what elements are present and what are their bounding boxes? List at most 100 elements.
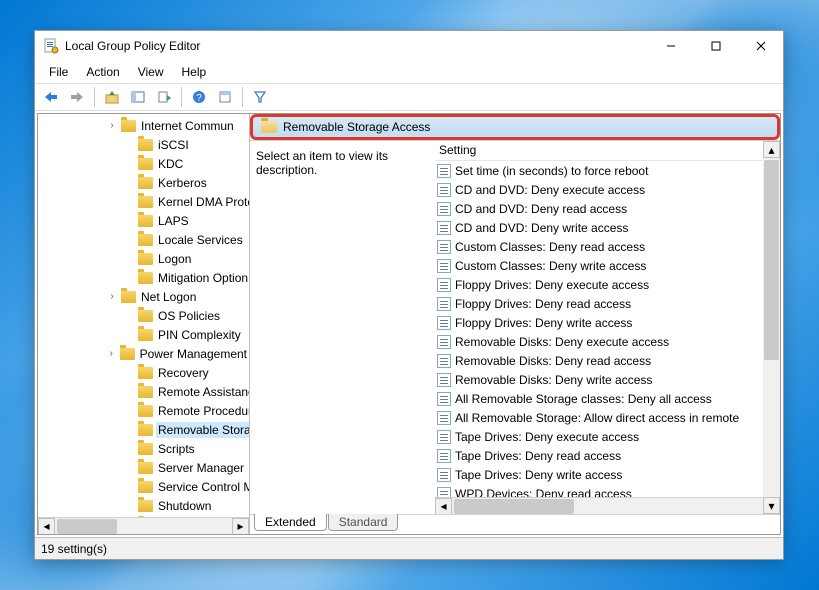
filter-button[interactable]	[248, 86, 272, 108]
show-hide-tree-button[interactable]	[126, 86, 150, 108]
export-button[interactable]	[152, 86, 176, 108]
setting-item-label: All Removable Storage classes: Deny all …	[455, 392, 712, 406]
tree-item[interactable]: Logon	[38, 249, 249, 268]
tab-extended[interactable]: Extended	[254, 514, 327, 531]
tree-item[interactable]: Recovery	[38, 363, 249, 382]
tree-item[interactable]: iSCSI	[38, 135, 249, 154]
policy-icon	[437, 449, 451, 463]
setting-item-label: Set time (in seconds) to force reboot	[455, 164, 648, 178]
tree-item[interactable]: Remote Assistance	[38, 382, 249, 401]
folder-icon	[138, 310, 153, 322]
setting-item[interactable]: Floppy Drives: Deny write access	[435, 313, 762, 332]
tree-item[interactable]: PIN Complexity	[38, 325, 249, 344]
back-button[interactable]	[39, 86, 63, 108]
setting-item[interactable]: Custom Classes: Deny read access	[435, 237, 762, 256]
tree-item-label: Logon	[156, 251, 193, 267]
setting-item[interactable]: CD and DVD: Deny execute access	[435, 180, 762, 199]
setting-item[interactable]: Removable Disks: Deny execute access	[435, 332, 762, 351]
tree-item[interactable]: Remote Procedure	[38, 401, 249, 420]
setting-column-header[interactable]: Setting	[435, 141, 780, 161]
policy-icon	[437, 278, 451, 292]
tree-item[interactable]: Removable Storag	[38, 420, 249, 439]
setting-item[interactable]: Tape Drives: Deny read access	[435, 446, 762, 465]
tree-item[interactable]: Shutdown	[38, 496, 249, 515]
settings-hscrollbar[interactable]: ◂ ▸	[435, 497, 780, 514]
detail-tabs: Extended Standard	[250, 514, 780, 534]
tree-pane: › Internet Commun iSCSIKDC KerberosKernel D…	[38, 114, 250, 534]
setting-item-label: Removable Disks: Deny write access	[455, 373, 652, 387]
scroll-right-icon[interactable]: ▸	[232, 518, 249, 535]
forward-button[interactable]	[65, 86, 89, 108]
scroll-left-icon[interactable]: ◂	[38, 518, 55, 535]
setting-item[interactable]: All Removable Storage: Allow direct acce…	[435, 408, 762, 427]
menu-action[interactable]: Action	[78, 63, 127, 81]
status-text: 19 setting(s)	[41, 542, 107, 556]
tree-item[interactable]: Kerberos	[38, 173, 249, 192]
setting-item[interactable]: Floppy Drives: Deny execute access	[435, 275, 762, 294]
maximize-button[interactable]	[693, 31, 738, 61]
tree-item-label: Scripts	[156, 441, 197, 457]
scroll-up-icon[interactable]: ▴	[763, 141, 780, 158]
tree-item[interactable]: Mitigation Option	[38, 268, 249, 287]
setting-item-label: CD and DVD: Deny read access	[455, 202, 627, 216]
folder-icon	[138, 500, 153, 512]
statusbar: 19 setting(s)	[35, 537, 783, 559]
setting-item[interactable]: Floppy Drives: Deny read access	[435, 294, 762, 313]
setting-item[interactable]: Set time (in seconds) to force reboot	[435, 161, 762, 180]
setting-item[interactable]: Tape Drives: Deny write access	[435, 465, 762, 484]
close-button[interactable]	[738, 31, 783, 61]
description-column: Select an item to view its description.	[250, 141, 435, 514]
setting-item[interactable]: All Removable Storage classes: Deny all …	[435, 389, 762, 408]
setting-item[interactable]: Tape Drives: Deny execute access	[435, 427, 762, 446]
tree-item[interactable]: Kernel DMA Prote	[38, 192, 249, 211]
setting-item[interactable]: Custom Classes: Deny write access	[435, 256, 762, 275]
tree-item[interactable]: LAPS	[38, 211, 249, 230]
properties-button[interactable]	[213, 86, 237, 108]
tree-item[interactable]: ›Power Management	[38, 344, 249, 363]
scroll-left-icon[interactable]: ◂	[435, 498, 452, 515]
setting-item[interactable]: CD and DVD: Deny read access	[435, 199, 762, 218]
tree-item-label: Locale Services	[156, 232, 245, 248]
tree-item[interactable]: Locale Services	[38, 230, 249, 249]
minimize-button[interactable]	[648, 31, 693, 61]
setting-item-label: CD and DVD: Deny write access	[455, 221, 628, 235]
tree-item-label: Recovery	[156, 365, 211, 381]
setting-item-label: Tape Drives: Deny write access	[455, 468, 622, 482]
tree-item-label: iSCSI	[156, 137, 191, 153]
up-button[interactable]	[100, 86, 124, 108]
help-button[interactable]: ?	[187, 86, 211, 108]
setting-item-label: Floppy Drives: Deny write access	[455, 316, 632, 330]
folder-icon	[138, 405, 153, 417]
tree-item[interactable]: Server Manager	[38, 458, 249, 477]
menu-view[interactable]: View	[130, 63, 172, 81]
tree-item[interactable]: OS Policies	[38, 306, 249, 325]
expander-icon[interactable]: ›	[106, 120, 118, 131]
settings-vscrollbar[interactable]: ▴ ▾	[763, 141, 780, 514]
menu-help[interactable]: Help	[174, 63, 215, 81]
setting-item[interactable]: Removable Disks: Deny write access	[435, 370, 762, 389]
setting-item-label: Custom Classes: Deny write access	[455, 259, 646, 273]
description-prompt: Select an item to view its description.	[256, 149, 388, 177]
tree-hscrollbar[interactable]: ◂ ▸	[38, 517, 249, 534]
tree-item[interactable]: › Internet Commun	[38, 116, 249, 135]
scroll-down-icon[interactable]: ▾	[763, 497, 780, 514]
menu-file[interactable]: File	[41, 63, 76, 81]
tree-item[interactable]: Scripts	[38, 439, 249, 458]
policy-icon	[437, 240, 451, 254]
setting-item[interactable]: CD and DVD: Deny write access	[435, 218, 762, 237]
tree-item[interactable]: KDC	[38, 154, 249, 173]
tree-item-label: Internet Commun	[139, 118, 236, 134]
policy-icon	[437, 354, 451, 368]
setting-item[interactable]: WPD Devices: Deny read access	[435, 484, 762, 497]
policy-icon	[437, 373, 451, 387]
expander-icon[interactable]: ›	[106, 348, 117, 359]
policy-icon	[437, 335, 451, 349]
tree-item-label: Kerberos	[156, 175, 209, 191]
setting-item[interactable]: Removable Disks: Deny read access	[435, 351, 762, 370]
tab-standard[interactable]: Standard	[328, 514, 399, 531]
setting-item-label: Removable Disks: Deny execute access	[455, 335, 669, 349]
expander-icon[interactable]: ›	[106, 291, 118, 302]
tree-item[interactable]: ›Net Logon	[38, 287, 249, 306]
tree-item[interactable]: Service Control M	[38, 477, 249, 496]
setting-item-label: Custom Classes: Deny read access	[455, 240, 645, 254]
